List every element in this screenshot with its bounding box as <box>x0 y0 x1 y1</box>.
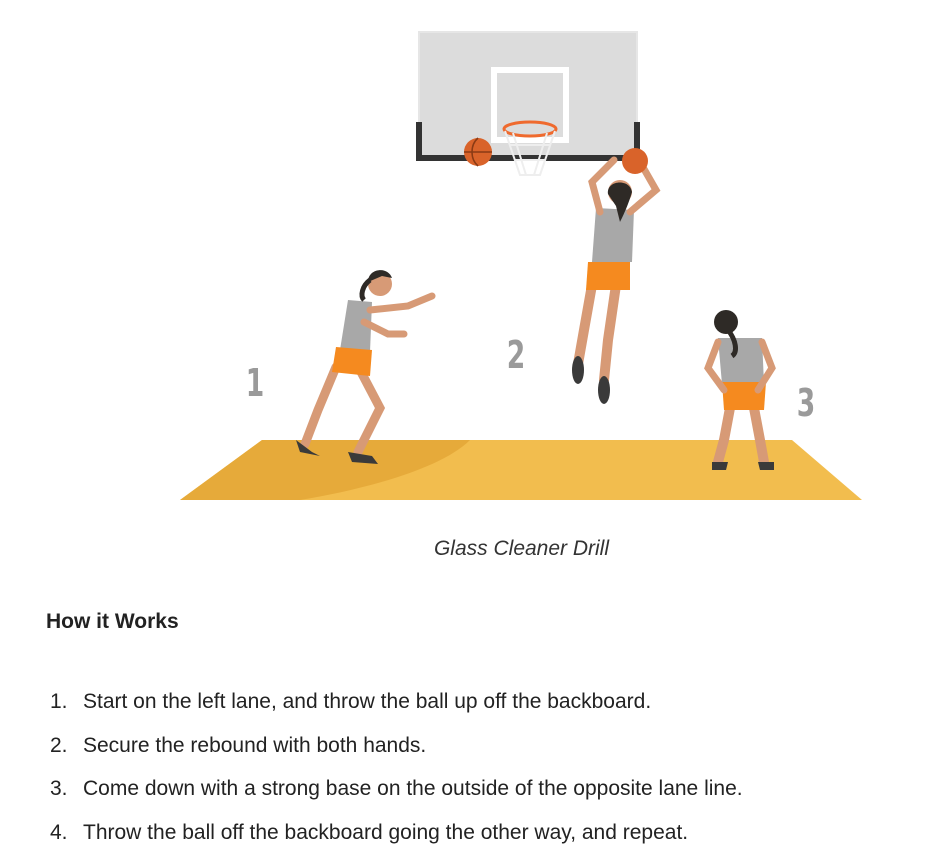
step-number: 2. <box>50 724 83 768</box>
player-1 <box>296 270 432 464</box>
position-label-2: 2 <box>507 333 526 377</box>
step-text: Start on the left lane, and throw the ba… <box>83 690 651 713</box>
glass-cleaner-drill-illustration: 1 2 3 <box>170 25 870 510</box>
step-text: Throw the ball off the backboard going t… <box>83 821 688 844</box>
position-label-1: 1 <box>246 361 265 405</box>
figure-caption: Glass Cleaner Drill <box>0 537 937 561</box>
basketball-in-hands <box>622 148 648 174</box>
list-item: 4.Throw the ball off the backboard going… <box>50 811 743 854</box>
step-number: 4. <box>50 811 83 854</box>
list-item: 2.Secure the rebound with both hands. <box>50 724 743 768</box>
position-label-3: 3 <box>797 381 816 425</box>
list-item: 1.Start on the left lane, and throw the … <box>50 680 743 724</box>
list-item: 3.Come down with a strong base on the ou… <box>50 767 743 811</box>
basketball-hoop <box>419 32 637 175</box>
step-text: Secure the rebound with both hands. <box>83 734 426 757</box>
player-2 <box>572 148 656 404</box>
steps-list: 1.Start on the left lane, and throw the … <box>50 680 743 854</box>
step-number: 3. <box>50 767 83 811</box>
step-text: Come down with a strong base on the outs… <box>83 777 743 800</box>
section-heading: How it Works <box>46 610 179 634</box>
step-number: 1. <box>50 680 83 724</box>
